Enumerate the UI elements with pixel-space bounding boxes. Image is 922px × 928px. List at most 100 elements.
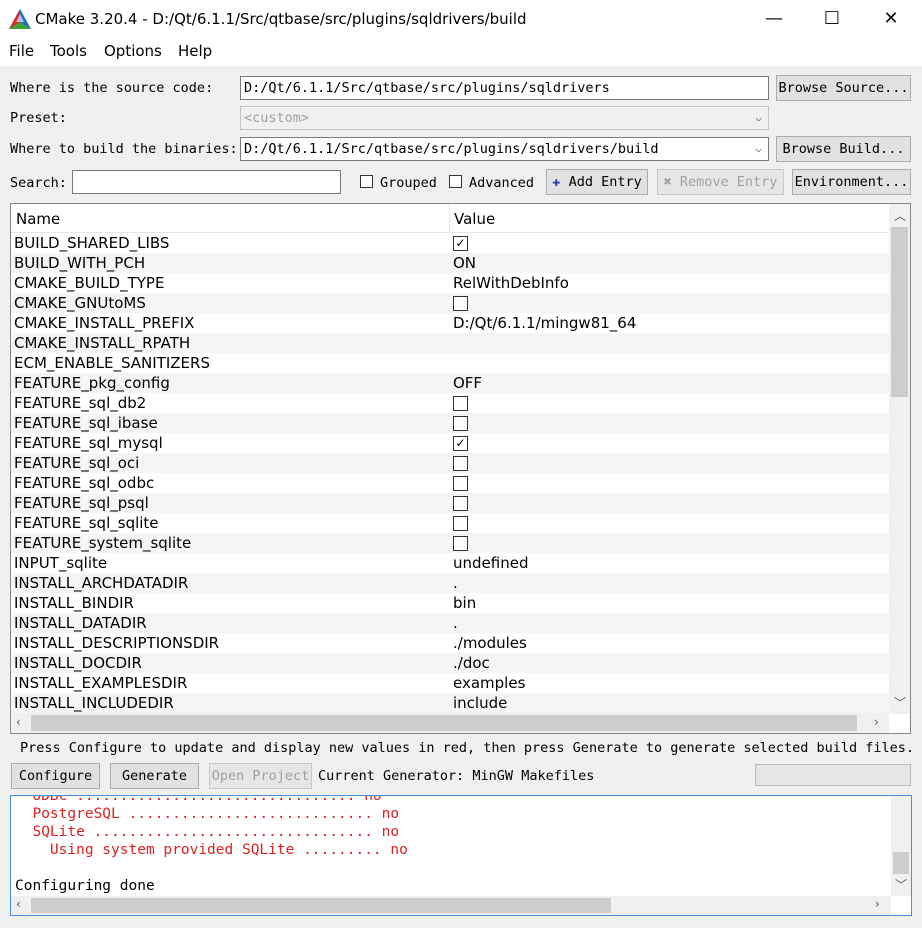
output-vertical-scrollbar[interactable]: ﹀ (891, 796, 911, 896)
source-label: Where is the source code: (10, 80, 214, 96)
chevron-down-icon[interactable]: ⌵ (755, 138, 762, 160)
build-path-combobox[interactable]: D:/Qt/6.1.1/Src/qtbase/src/plugins/sqldr… (240, 137, 769, 161)
entry-value[interactable]: undefined (453, 554, 528, 572)
table-row[interactable]: CMAKE_INSTALL_PREFIX D:/Qt/6.1.1/mingw81_… (11, 313, 889, 333)
column-header-value[interactable]: Value (454, 210, 495, 228)
maximize-button[interactable]: ☐ (803, 0, 861, 38)
browse-source-button[interactable]: Browse Source... (776, 75, 911, 101)
window-title: CMake 3.20.4 - D:/Qt/6.1.1/Src/qtbase/sr… (35, 10, 527, 28)
vertical-scrollbar[interactable]: ︿ ﹀ (889, 204, 910, 714)
table-row[interactable]: FEATURE_sql_oci (11, 453, 889, 473)
browse-build-button[interactable]: Browse Build... (776, 136, 911, 162)
output-line: PostgreSQL ............................ … (15, 806, 400, 822)
table-row[interactable]: CMAKE_GNUtoMS (11, 293, 889, 313)
output-line: Configuring done (15, 878, 155, 894)
unchecked-checkbox[interactable] (453, 516, 468, 531)
unchecked-checkbox[interactable] (453, 536, 468, 551)
unchecked-checkbox[interactable] (453, 476, 468, 491)
entry-value[interactable]: . (453, 614, 458, 632)
build-label: Where to build the binaries: (10, 141, 238, 157)
unchecked-checkbox[interactable] (453, 456, 468, 471)
checked-checkbox[interactable]: ✓ (453, 436, 468, 451)
table-row[interactable]: INSTALL_BINDIR bin (11, 593, 889, 613)
entry-value[interactable]: ./doc (453, 654, 490, 672)
table-row[interactable]: FEATURE_system_sqlite (11, 533, 889, 553)
scroll-right-icon[interactable]: › (875, 897, 880, 911)
configure-button[interactable]: Configure (11, 763, 100, 789)
table-row[interactable]: ECM_ENABLE_SANITIZERS (11, 353, 889, 373)
checked-checkbox[interactable]: ✓ (453, 236, 468, 251)
menu-file[interactable]: File (9, 42, 34, 60)
entry-value[interactable]: OFF (453, 374, 482, 392)
entry-value[interactable]: ./modules (453, 634, 527, 652)
entry-name: INPUT_sqlite (14, 554, 108, 572)
unchecked-checkbox[interactable] (453, 296, 468, 311)
scroll-left-icon[interactable]: ‹ (16, 715, 21, 729)
add-entry-button[interactable]: ✚ Add Entry (546, 169, 648, 195)
advanced-checkbox[interactable] (449, 175, 462, 188)
entry-value[interactable]: D:/Qt/6.1.1/mingw81_64 (453, 314, 636, 332)
entry-value[interactable]: . (453, 574, 458, 592)
menu-help[interactable]: Help (178, 42, 212, 60)
vertical-scroll-thumb[interactable] (891, 227, 908, 397)
table-row[interactable]: FEATURE_sql_ibase (11, 413, 889, 433)
preset-value: <custom> (244, 110, 310, 126)
search-label: Search: (10, 175, 67, 191)
table-row[interactable]: FEATURE_sql_mysql ✓ (11, 433, 889, 453)
table-row[interactable]: INPUT_sqlite undefined (11, 553, 889, 573)
table-row[interactable]: FEATURE_sql_db2 (11, 393, 889, 413)
table-row[interactable]: FEATURE_pkg_config OFF (11, 373, 889, 393)
table-row[interactable]: FEATURE_sql_psql (11, 493, 889, 513)
build-path-value: D:/Qt/6.1.1/Src/qtbase/src/plugins/sqldr… (244, 141, 659, 157)
table-row[interactable]: INSTALL_DESCRIPTIONSDIR ./modules (11, 633, 889, 653)
menu-tools[interactable]: Tools (50, 42, 87, 60)
menu-options[interactable]: Options (104, 42, 162, 60)
table-row[interactable]: CMAKE_INSTALL_RPATH (11, 333, 889, 353)
column-header-name[interactable]: Name (16, 210, 60, 228)
output-log[interactable]: ODBC ................................ no… (10, 795, 912, 916)
horizontal-scroll-thumb[interactable] (31, 715, 857, 731)
output-horizontal-scrollbar[interactable]: ‹ › (11, 896, 891, 915)
cache-table[interactable]: Name Value BUILD_SHARED_LIBS ✓ BUILD_WITH_… (10, 203, 911, 734)
table-row[interactable]: INSTALL_DATADIR. (11, 613, 889, 633)
table-row[interactable]: INSTALL_INCLUDEDIR include (11, 693, 889, 713)
unchecked-checkbox[interactable] (453, 396, 468, 411)
environment-button[interactable]: Environment... (792, 169, 911, 195)
table-row[interactable]: INSTALL_EXAMPLESDIR examples (11, 673, 889, 693)
table-row[interactable]: CMAKE_BUILD_TYPE RelWithDebInfo (11, 273, 889, 293)
search-input[interactable] (72, 170, 341, 194)
table-row[interactable]: INSTALL_DOCDIR ./doc (11, 653, 889, 673)
entry-value[interactable]: examples (453, 674, 525, 692)
column-divider[interactable] (449, 204, 450, 232)
scroll-down-icon[interactable]: ﹀ (894, 694, 906, 711)
preset-label: Preset: (10, 110, 67, 126)
entry-value[interactable]: RelWithDebInfo (453, 274, 569, 292)
scroll-right-icon[interactable]: › (874, 715, 879, 729)
unchecked-checkbox[interactable] (453, 496, 468, 511)
output-vertical-scroll-thumb[interactable] (893, 852, 909, 874)
entry-value[interactable]: include (453, 694, 507, 712)
minimize-button[interactable]: — (745, 0, 803, 38)
entry-name: FEATURE_pkg_config (14, 374, 170, 392)
table-row[interactable]: BUILD_WITH_PCH ON (11, 253, 889, 273)
entry-name: ECM_ENABLE_SANITIZERS (14, 354, 210, 372)
grouped-checkbox[interactable] (360, 175, 373, 188)
table-row[interactable]: BUILD_SHARED_LIBS ✓ (11, 233, 889, 253)
table-row[interactable]: FEATURE_sql_odbc (11, 473, 889, 493)
grouped-label: Grouped (380, 175, 437, 191)
generate-button[interactable]: Generate (110, 763, 199, 789)
close-button[interactable]: ✕ (862, 0, 920, 38)
entry-name: INSTALL_ARCHDATADIR (14, 574, 189, 592)
horizontal-scrollbar[interactable]: ‹ › (11, 713, 889, 733)
scroll-left-icon[interactable]: ‹ (16, 897, 21, 911)
table-row[interactable]: INSTALL_ARCHDATADIR. (11, 573, 889, 593)
scroll-down-icon[interactable]: ﹀ (895, 876, 907, 893)
unchecked-checkbox[interactable] (453, 416, 468, 431)
entry-value[interactable]: ON (453, 254, 476, 272)
table-row[interactable]: FEATURE_sql_sqlite (11, 513, 889, 533)
entry-name: FEATURE_sql_ibase (14, 414, 158, 432)
source-path-input[interactable]: D:/Qt/6.1.1/Src/qtbase/src/plugins/sqldr… (240, 76, 769, 100)
entry-value[interactable]: bin (453, 594, 476, 612)
output-horizontal-scroll-thumb[interactable] (31, 898, 611, 913)
scroll-up-icon[interactable]: ︿ (894, 207, 906, 224)
